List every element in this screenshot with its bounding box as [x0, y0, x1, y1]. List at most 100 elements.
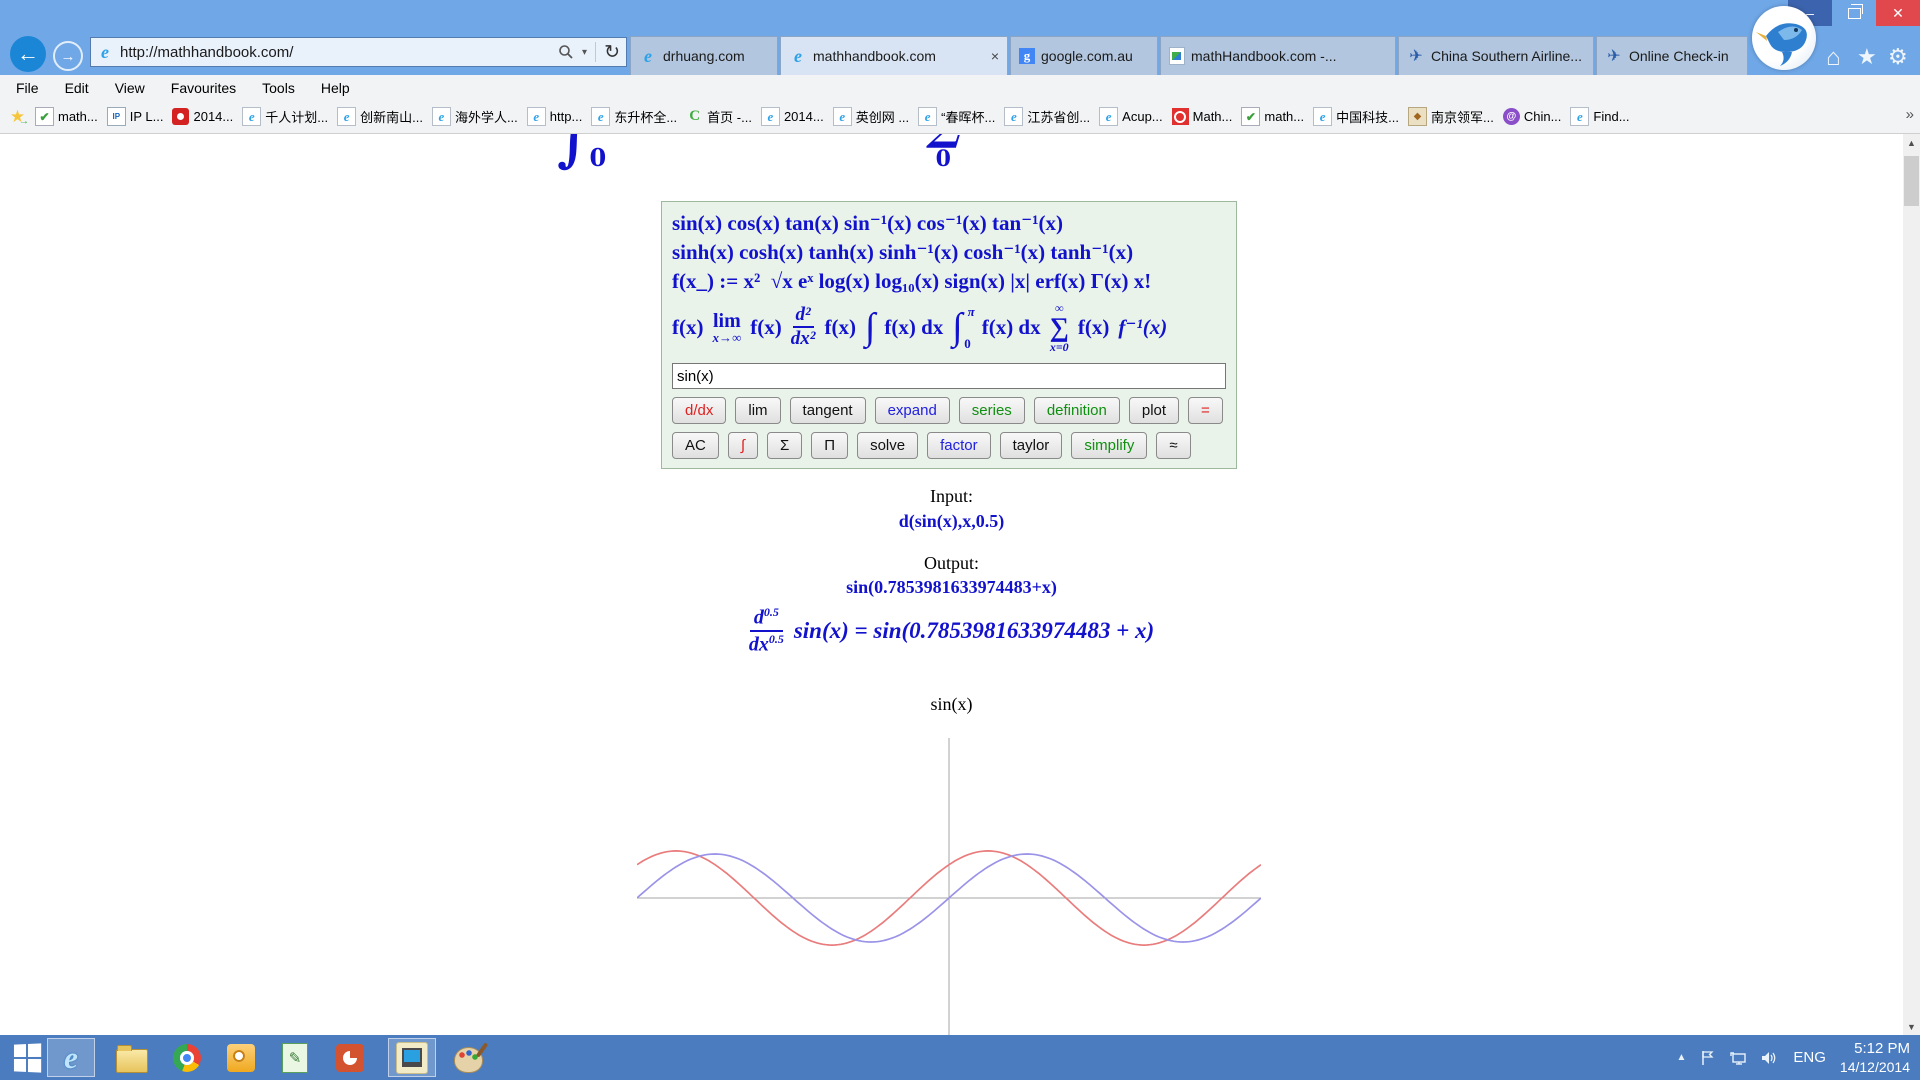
menu-tools[interactable]: Tools [262, 80, 295, 96]
calc-button-item[interactable]: Σ [767, 432, 802, 459]
internet-explorer-icon [55, 1042, 87, 1074]
address-bar[interactable]: http://mathhandbook.com/ ▾ ↻ [90, 37, 627, 67]
taskbar-notes[interactable] [271, 1038, 319, 1077]
calc-button-tangent[interactable]: tangent [790, 397, 866, 424]
ie-page-icon [1099, 107, 1118, 126]
favorites-icon[interactable]: ★ [1857, 44, 1877, 70]
mathbox-row-hyperbolic: sinh(x) cosh(x) tanh(x) sinh⁻¹(x) cosh⁻¹… [672, 238, 1226, 267]
clock[interactable]: 5:12 PM 14/12/2014 [1840, 1039, 1910, 1077]
calc-button-taylor[interactable]: taylor [1000, 432, 1063, 459]
search-dropdown-icon[interactable]: ▾ [582, 47, 587, 58]
favorite-label: Chin... [1524, 109, 1562, 124]
favorite-item[interactable]: 东升杯全... [591, 107, 677, 126]
green-c-icon [686, 108, 703, 125]
favorite-label: 中国科技... [1336, 107, 1399, 126]
outlook-icon [227, 1044, 255, 1072]
favorites-overflow-chevron[interactable]: » [1906, 106, 1914, 123]
favorite-find[interactable]: Find... [1570, 107, 1629, 126]
tab-close-icon[interactable]: × [991, 48, 999, 64]
file-explorer-icon [116, 1049, 148, 1073]
favorite-2014[interactable]: 2014... [761, 107, 824, 126]
menu-view[interactable]: View [115, 80, 145, 96]
tab-online-check-in[interactable]: Online Check-in [1596, 36, 1748, 75]
favorite-ip-l[interactable]: IP L... [107, 107, 164, 126]
taskbar-outlook[interactable] [217, 1038, 265, 1077]
language-indicator[interactable]: ENG [1793, 1049, 1826, 1066]
taskbar-file-explorer[interactable] [108, 1038, 156, 1077]
scrollbar-thumb[interactable] [1904, 156, 1919, 206]
back-button[interactable]: ← [10, 36, 46, 72]
volume-icon[interactable] [1761, 1050, 1779, 1066]
calc-button-d-dx[interactable]: d/dx [672, 397, 726, 424]
url-text[interactable]: http://mathhandbook.com/ [120, 44, 554, 61]
menu-file[interactable]: File [16, 80, 39, 96]
taskbar-paint[interactable] [444, 1038, 492, 1077]
favorite-2014[interactable]: 2014... [172, 108, 233, 125]
favorite-label: Acup... [1122, 109, 1162, 124]
tab-label: China Southern Airline... [1431, 48, 1585, 64]
tab-google-com-au[interactable]: google.com.au [1010, 36, 1158, 75]
taskbar-internet-explorer[interactable] [47, 1038, 95, 1077]
restore-button[interactable] [1832, 0, 1876, 26]
start-button[interactable] [8, 1043, 46, 1073]
close-button[interactable]: ✕ [1876, 0, 1920, 26]
tab-mathhandbook-com[interactable]: mathHandbook.com -... [1160, 36, 1396, 75]
calc-button-series[interactable]: series [959, 397, 1025, 424]
favorite-item[interactable]: 中国科技... [1313, 107, 1399, 126]
favorites-bar: » math... IP L... 2014... 千人计划... 创新南山... 海外学… [0, 100, 1920, 134]
favorite-item[interactable]: 创新南山... [337, 107, 423, 126]
taskbar-display-app[interactable] [388, 1038, 436, 1077]
vertical-scrollbar[interactable]: ▲ ▼ [1903, 134, 1920, 1035]
scroll-down-arrow[interactable]: ▼ [1903, 1018, 1920, 1035]
fox-icon [1408, 107, 1427, 126]
scroll-up-arrow[interactable]: ▲ [1903, 134, 1920, 151]
menu-favourites[interactable]: Favourites [171, 80, 236, 96]
tab-mathhandbook-com[interactable]: mathhandbook.com× [780, 36, 1008, 75]
calc-button-ac[interactable]: AC [672, 432, 719, 459]
refresh-icon[interactable]: ↻ [604, 41, 620, 64]
calc-button-item[interactable]: = [1188, 397, 1223, 424]
favorite-item[interactable]: “春晖杯... [918, 107, 995, 126]
purple-icon [1503, 108, 1520, 125]
favorite-item[interactable]: 千人计划... [242, 107, 328, 126]
favorite-chin[interactable]: Chin... [1503, 108, 1562, 125]
calc-button-solve[interactable]: solve [857, 432, 918, 459]
calc-button-item[interactable]: ≈ [1156, 432, 1190, 459]
favorite-item[interactable]: 海外学人... [432, 107, 518, 126]
favorite-fav-star[interactable] [9, 108, 26, 125]
favorite-item[interactable]: 英创网 ... [833, 107, 909, 126]
system-tray: ▲ ENG 5:12 PM 14/12/2014 [1677, 1035, 1920, 1080]
calc-button-simplify[interactable]: simplify [1071, 432, 1147, 459]
taskbar-chrome[interactable] [163, 1038, 211, 1077]
favorite-math[interactable]: math... [35, 107, 98, 126]
taskbar-powerpoint[interactable] [326, 1038, 374, 1077]
favorite-item[interactable]: 江苏省创... [1004, 107, 1090, 126]
action-center-flag-icon[interactable] [1700, 1050, 1715, 1066]
settings-gear-icon[interactable]: ⚙ [1888, 44, 1908, 70]
tab-china-southern-airline[interactable]: China Southern Airline... [1398, 36, 1594, 75]
calc-button-definition[interactable]: definition [1034, 397, 1120, 424]
favorite-item[interactable]: 南京领军... [1408, 107, 1494, 126]
calc-button-expand[interactable]: expand [875, 397, 950, 424]
google-favicon-icon [1019, 48, 1035, 64]
tab-drhuang-com[interactable]: drhuang.com [630, 36, 778, 75]
favorite-http[interactable]: http... [527, 107, 583, 126]
calc-button-plot[interactable]: plot [1129, 397, 1179, 424]
search-icon[interactable] [558, 44, 574, 60]
calc-button-lim[interactable]: lim [735, 397, 780, 424]
favorite-acup[interactable]: Acup... [1099, 107, 1162, 126]
forward-button[interactable]: → [53, 41, 83, 71]
menu-edit[interactable]: Edit [65, 80, 89, 96]
favorite-item[interactable]: 首页 -... [686, 107, 752, 126]
network-icon[interactable] [1729, 1050, 1747, 1066]
home-icon[interactable]: ⌂ [1826, 44, 1841, 72]
menu-help[interactable]: Help [321, 80, 350, 96]
tray-expand-icon[interactable]: ▲ [1677, 1052, 1687, 1063]
expression-input[interactable] [672, 363, 1226, 389]
calc-button-factor[interactable]: factor [927, 432, 991, 459]
calc-button-item[interactable]: ∫ [728, 432, 758, 459]
favorite-math[interactable]: Math... [1172, 108, 1233, 125]
calc-button-item[interactable]: Π [811, 432, 848, 459]
favorite-label: Find... [1593, 109, 1629, 124]
favorite-math[interactable]: math... [1241, 107, 1304, 126]
